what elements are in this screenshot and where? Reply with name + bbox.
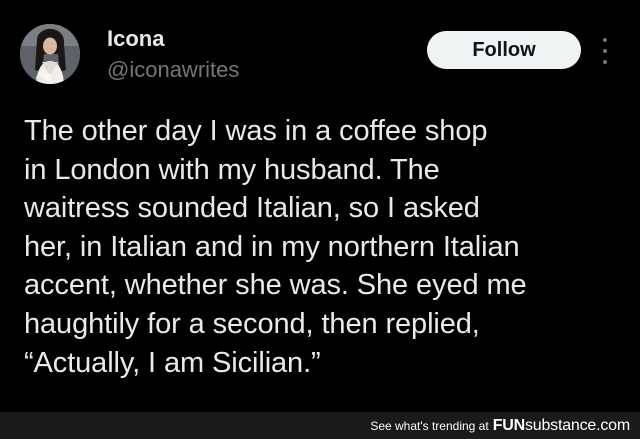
- tweet-line: waitress sounded Italian, so I asked: [24, 192, 480, 225]
- display-name[interactable]: Icona: [107, 25, 164, 53]
- tweet-line: “Actually, I am Sicilian.”: [24, 346, 321, 379]
- follow-button[interactable]: Follow: [427, 31, 581, 69]
- tweet-line: The other day I was in a coffee shop: [24, 115, 488, 147]
- more-dot: [603, 60, 607, 64]
- user-handle[interactable]: @iconawrites: [107, 56, 239, 84]
- tweet-line: in London with my husband. The: [24, 153, 440, 186]
- tweet-line: haughtily for a second, then replied,: [24, 307, 480, 340]
- brand-rest: substance.com: [524, 416, 630, 434]
- tweet-line: her, in Italian and in my northern Itali…: [24, 230, 520, 263]
- avatar-photo: [20, 24, 80, 84]
- more-dot: [603, 38, 607, 42]
- brand-name: FUNsubstance.com: [492, 416, 631, 435]
- more-options-icon[interactable]: [598, 38, 612, 64]
- tweet-line: accent, whether she was. She eyed me: [24, 269, 527, 302]
- brand-bold: FUN: [492, 416, 525, 434]
- trending-label: See what's trending at: [370, 418, 489, 433]
- watermark-text[interactable]: See what's trending at FUNsubstance.com: [370, 412, 630, 439]
- avatar[interactable]: [20, 24, 80, 84]
- tweet-text: The other day I was in a coffee shop in …: [24, 112, 624, 382]
- tweet-card: Icona @iconawrites Follow The other day …: [0, 0, 640, 439]
- watermark-footer: See what's trending at FUNsubstance.com: [0, 412, 640, 439]
- more-dot: [603, 49, 607, 53]
